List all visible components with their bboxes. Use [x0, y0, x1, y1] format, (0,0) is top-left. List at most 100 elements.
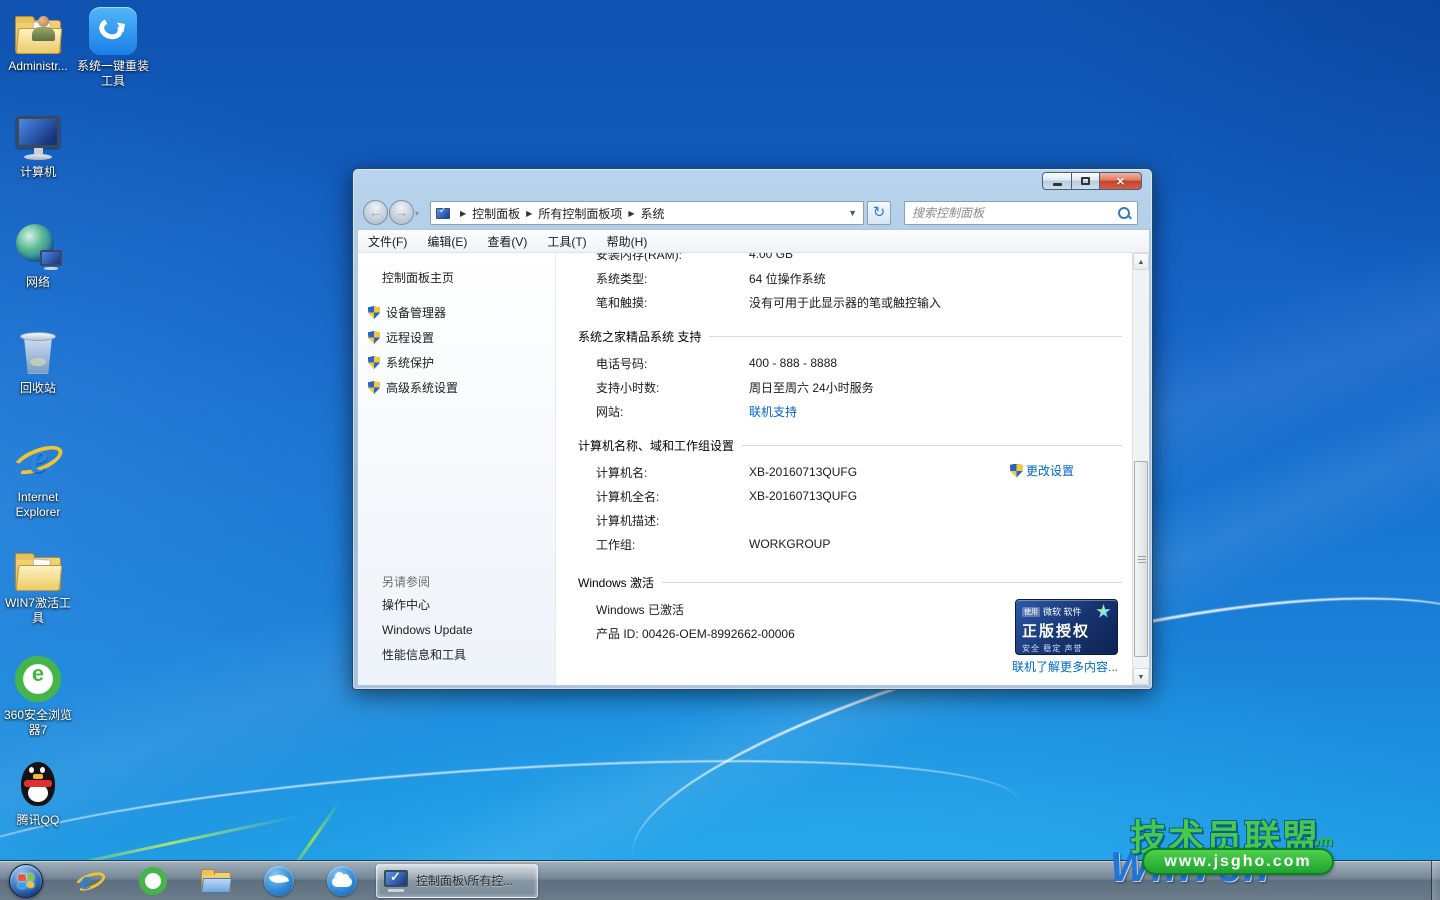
maximize-button[interactable] [1072, 172, 1100, 190]
taskbar-360-browser[interactable] [127, 861, 179, 900]
breadcrumb-arrow-icon: ▶ [460, 209, 466, 218]
desktop-icon-recycle-bin[interactable]: 回收站 [0, 328, 76, 396]
see-also-header: 另请参阅 [382, 571, 542, 593]
taskbar-internet-explorer[interactable]: e [64, 861, 116, 900]
scrollbar[interactable]: ▲ ▼ [1132, 253, 1149, 685]
address-dropdown-icon[interactable]: ▼ [848, 208, 857, 218]
menu-file[interactable]: 文件(F) [358, 233, 417, 250]
computer-row-workgroup: 工作组: WORKGROUP [556, 532, 1132, 556]
window-client-area: 控制面板主页 设备管理器 远程设置 系统保护 高级系统设置 [357, 253, 1150, 686]
uac-shield-icon [368, 381, 380, 394]
menu-bar: 文件(F) 编辑(E) 查看(V) 工具(T) 帮助(H) [357, 229, 1150, 253]
desktop-icon-administrator[interactable]: Administr... [0, 6, 76, 74]
recycle-bin-icon [12, 328, 64, 378]
sidebar: 控制面板主页 设备管理器 远程设置 系统保护 高级系统设置 [358, 253, 556, 685]
change-settings-link[interactable]: 更改设置 [1010, 462, 1074, 479]
taskbar-qq-browser[interactable] [316, 861, 368, 900]
sidebar-item-performance-tools[interactable]: 性能信息和工具 [382, 643, 542, 668]
desktop-icon-network[interactable]: 网络 [0, 222, 76, 290]
caption-buttons: × [1042, 172, 1142, 190]
taskbar-active-window-button[interactable]: 控制面板\所有控... [376, 864, 538, 898]
scrollbar-thumb[interactable] [1134, 461, 1148, 657]
icon-label: WIN7激活工具 [0, 596, 76, 626]
360-browser-icon: e [12, 655, 64, 705]
desktop-icon-computer[interactable]: 计算机 [0, 112, 76, 180]
genuine-microsoft-badge[interactable]: 使用 微软 软件 正版授权 安全 稳定 声誉 [1015, 599, 1118, 655]
reinstall-tool-icon [87, 6, 139, 56]
desktop-icon-reinstall-tool[interactable]: 系统一键重装工具 [77, 6, 149, 89]
taskbar-windows-explorer[interactable] [190, 861, 242, 900]
icon-label: 网络 [0, 275, 76, 290]
uac-shield-icon [368, 331, 380, 344]
icon-label: 腾讯QQ [0, 813, 76, 828]
menu-edit[interactable]: 编辑(E) [417, 233, 477, 250]
breadcrumb-control-panel[interactable]: 控制面板 [472, 205, 520, 222]
learn-more-online-link[interactable]: 联机了解更多内容... [1012, 658, 1118, 675]
search-box[interactable] [904, 201, 1138, 225]
sidebar-item-label: 设备管理器 [386, 304, 446, 321]
sparkle-star-icon [1096, 604, 1111, 619]
navigation-bar: ← → ▾ ▶ 控制面板 ▶ 所有控制面板项 ▶ 系统 ▼ ↻ [353, 197, 1152, 229]
computer-row-full-name: 计算机全名: XB-20160713QUFG [556, 484, 1132, 508]
internet-explorer-icon: e [12, 437, 64, 487]
refresh-button[interactable]: ↻ [867, 201, 891, 225]
uac-shield-icon [1010, 464, 1023, 478]
section-header-computer-name: 计算机名称、域和工作组设置 [578, 435, 1122, 455]
menu-view[interactable]: 查看(V) [477, 233, 537, 250]
search-input[interactable] [905, 206, 1116, 220]
spec-row-system-type: 系统类型: 64 位操作系统 [556, 266, 1132, 290]
icon-label: 系统一键重装工具 [77, 59, 149, 89]
support-row-hours: 支持小时数: 周日至周六 24小时服务 [556, 375, 1132, 399]
windows-logo-icon [9, 864, 43, 898]
section-header-windows-activation: Windows 激活 [578, 572, 1122, 592]
support-row-phone: 电话号码: 400 - 888 - 8888 [556, 351, 1132, 375]
sidebar-item-advanced-settings[interactable]: 高级系统设置 [368, 375, 458, 400]
menu-help[interactable]: 帮助(H) [597, 233, 658, 250]
folder-icon [12, 543, 64, 593]
search-icon[interactable] [1116, 205, 1132, 221]
uac-shield-icon [368, 306, 380, 319]
breadcrumb-system[interactable]: 系统 [641, 205, 665, 222]
desktop-icon-tencent-qq[interactable]: 腾讯QQ [0, 760, 76, 828]
desktop-icon-internet-explorer[interactable]: e Internet Explorer [0, 437, 76, 520]
minimize-button[interactable] [1042, 172, 1072, 190]
menu-tools[interactable]: 工具(T) [537, 233, 596, 250]
online-support-link[interactable]: 联机支持 [749, 403, 797, 420]
sidebar-item-windows-update[interactable]: Windows Update [382, 618, 542, 643]
breadcrumb-all-items[interactable]: 所有控制面板项 [538, 205, 622, 222]
icon-label: 360安全浏览器7 [0, 708, 76, 738]
internet-explorer-icon: e [73, 864, 107, 898]
taskbar-browser-swift[interactable] [253, 861, 305, 900]
show-desktop-button[interactable] [1431, 861, 1440, 900]
sidebar-item-device-manager[interactable]: 设备管理器 [368, 300, 458, 325]
start-button[interactable] [0, 861, 52, 900]
360-browser-icon [136, 864, 170, 898]
system-page-icon [436, 208, 450, 219]
scroll-down-icon[interactable]: ▼ [1133, 668, 1149, 685]
sidebar-item-action-center[interactable]: 操作中心 [382, 593, 542, 618]
close-button[interactable]: × [1100, 172, 1142, 190]
folder-user-icon [12, 6, 64, 56]
control-panel-window-icon [384, 870, 410, 892]
icon-label: Internet Explorer [0, 490, 76, 520]
sidebar-item-system-protection[interactable]: 系统保护 [368, 350, 458, 375]
icon-label: 回收站 [0, 381, 76, 396]
forward-button[interactable]: → [389, 200, 414, 225]
system-window: × ← → ▾ ▶ 控制面板 ▶ 所有控制面板项 ▶ 系统 ▼ ↻ 文件(F) … [352, 168, 1153, 690]
back-button[interactable]: ← [363, 200, 388, 225]
spec-row-installed-memory: 安装内存(RAM): 4.00 GB [556, 253, 1132, 266]
address-bar[interactable]: ▶ 控制面板 ▶ 所有控制面板项 ▶ 系统 ▼ [430, 201, 864, 225]
desktop-icon-360-browser[interactable]: e 360安全浏览器7 [0, 655, 76, 738]
desktop-icon-win7-activator[interactable]: WIN7激活工具 [0, 543, 76, 626]
folder-icon [199, 864, 233, 898]
qq-penguin-icon [12, 760, 64, 810]
sidebar-item-label: 系统保护 [386, 354, 434, 371]
sidebar-item-remote-settings[interactable]: 远程设置 [368, 325, 458, 350]
breadcrumb-arrow-icon: ▶ [526, 209, 532, 218]
scroll-up-icon[interactable]: ▲ [1133, 253, 1149, 270]
sidebar-item-control-panel-home[interactable]: 控制面板主页 [382, 266, 454, 290]
recent-pages-dropdown-icon[interactable]: ▾ [415, 209, 419, 218]
breadcrumb-arrow-icon: ▶ [628, 209, 634, 218]
support-row-website: 网站: 联机支持 [556, 399, 1132, 423]
sidebar-item-label: 高级系统设置 [386, 379, 458, 396]
